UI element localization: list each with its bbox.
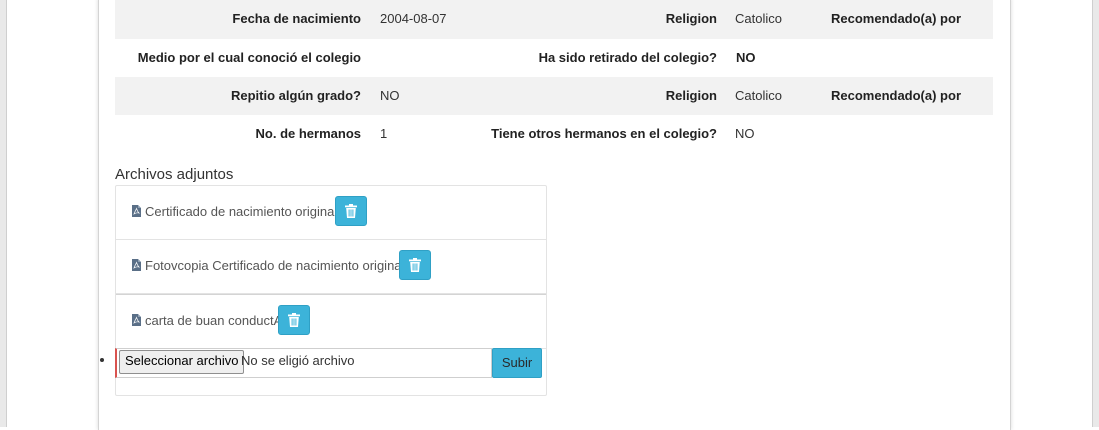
trash-icon xyxy=(409,258,421,272)
attachment-item: Fotovcopia Certificado de nacimiento ori… xyxy=(116,240,546,294)
value-withdrawn: NO xyxy=(736,50,756,65)
label-withdrawn: Ha sido retirado del colegio? xyxy=(538,50,717,65)
details-row: Fecha de nacimiento 2004-08-07 Religion … xyxy=(115,0,993,40)
label-birth-date: Fecha de nacimiento xyxy=(232,11,361,26)
label-siblings-in-school: Tiene otros hermanos en el colegio? xyxy=(491,126,717,141)
list-bullet xyxy=(100,358,104,362)
value-religion: Catolico xyxy=(735,11,782,26)
file-pdf-icon xyxy=(132,314,141,326)
page-edge-right-line xyxy=(1092,0,1093,427)
attachments-title: Archivos adjuntos xyxy=(115,166,234,183)
value-religion: Catolico xyxy=(735,88,782,103)
trash-icon xyxy=(345,204,357,218)
label-how-known: Medio por el cual conoció el colegio xyxy=(137,50,361,65)
file-pdf-icon xyxy=(132,205,141,217)
label-siblings-count: No. de hermanos xyxy=(255,126,361,141)
attachment-item: Certificado de nacimiento original xyxy=(116,186,546,240)
label-religion: Religion xyxy=(665,88,717,103)
label-religion: Religion xyxy=(665,11,717,26)
file-input[interactable]: Seleccionar archivo No se eligió archivo xyxy=(115,348,492,378)
attachment-link[interactable]: Fotovcopia Certificado de nacimiento ori… xyxy=(145,258,404,273)
value-siblings-count: 1 xyxy=(380,126,388,141)
upload-button[interactable]: Subir xyxy=(492,348,542,378)
details-row: No. de hermanos 1 Tiene otros hermanos e… xyxy=(115,115,993,153)
trash-icon xyxy=(288,313,300,327)
delete-attachment-button[interactable] xyxy=(399,250,431,280)
label-recommended-by: Recomendado(a) por xyxy=(830,11,961,26)
attachment-item: carta de buan conductA xyxy=(116,294,546,349)
no-file-chosen-text: No se eligió archivo xyxy=(241,353,355,368)
page-edge-left-line xyxy=(6,0,7,427)
delete-attachment-button[interactable] xyxy=(278,305,310,335)
attachment-link[interactable]: carta de buan conductA xyxy=(145,313,282,328)
value-siblings-in-school: NO xyxy=(735,126,755,141)
label-recommended-by: Recomendado(a) por xyxy=(830,88,961,103)
choose-file-button[interactable]: Seleccionar archivo xyxy=(119,350,245,374)
details-row: Medio por el cual conoció el colegio Ha … xyxy=(115,39,993,77)
details-row: Repitio algún grado? NO Religion Catolic… xyxy=(115,77,993,116)
label-repeated-grade: Repitio algún grado? xyxy=(231,88,361,103)
page-edge-right xyxy=(1093,0,1099,427)
value-repeated-grade: NO xyxy=(380,88,400,103)
delete-attachment-button[interactable] xyxy=(335,196,367,226)
file-pdf-icon xyxy=(132,259,141,271)
attachment-link[interactable]: Certificado de nacimiento original xyxy=(145,204,337,219)
